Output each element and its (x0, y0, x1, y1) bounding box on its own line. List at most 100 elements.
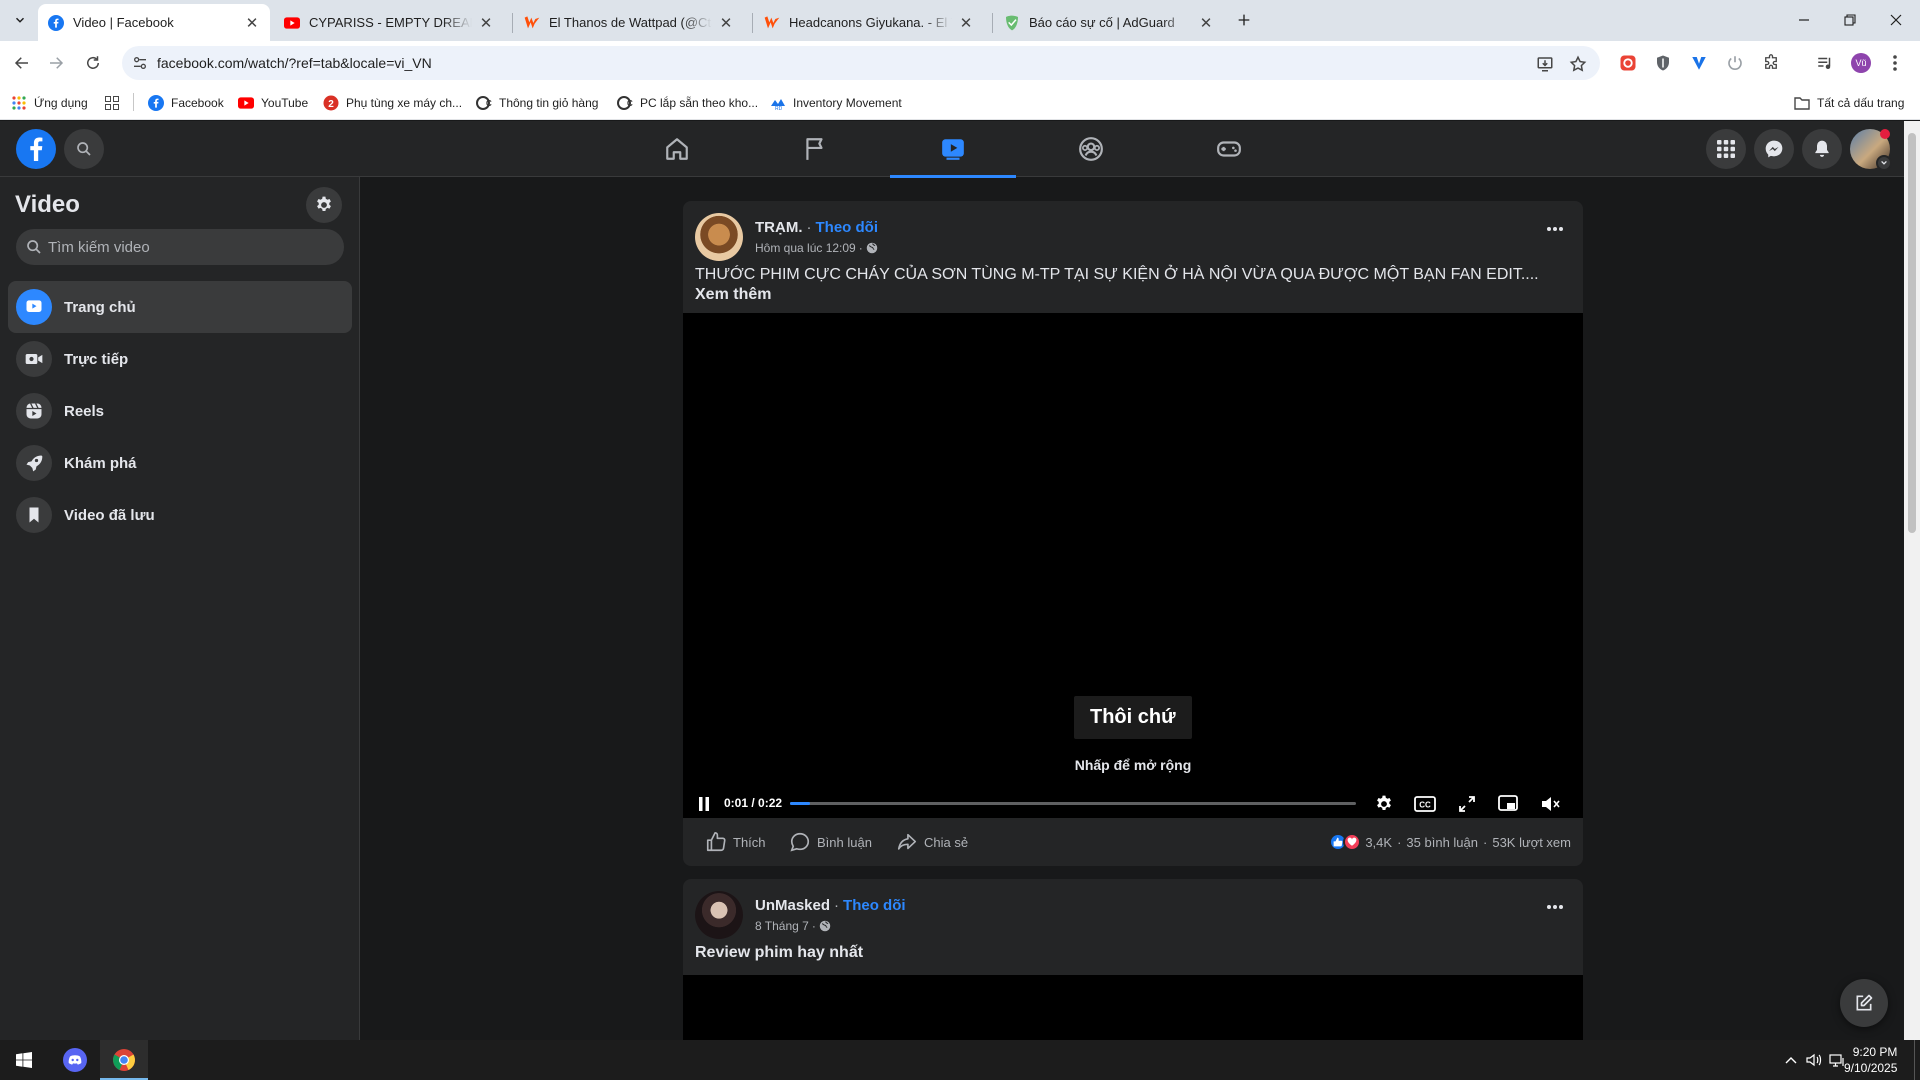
bookmark-cart-info[interactable]: C Thông tin giỏ hàng (476, 92, 598, 114)
video-progress-bar[interactable] (790, 802, 1356, 805)
extension-v-icon[interactable] (1688, 52, 1710, 74)
install-app-icon[interactable] (1536, 55, 1554, 73)
forward-button[interactable] (40, 47, 72, 79)
nav-groups[interactable] (1028, 121, 1154, 177)
close-tab-icon[interactable]: ✕ (478, 15, 494, 32)
fullscreen-button[interactable] (1454, 791, 1480, 817)
system-clock[interactable]: 9:20 PM 9/10/2025 (1844, 1044, 1897, 1076)
reload-button[interactable] (77, 47, 109, 79)
profile-avatar[interactable]: Vũ (1850, 52, 1872, 74)
like-button[interactable]: Thích (705, 830, 766, 854)
bookmark-pc-built[interactable]: C PC lắp sẵn theo kho... (617, 92, 758, 114)
author-name[interactable]: TRẠM. (755, 219, 803, 236)
mute-button[interactable] (1538, 791, 1564, 817)
bookmark-facebook[interactable]: Facebook (148, 92, 224, 114)
sidebar-item-explore[interactable]: Khám phá (8, 437, 352, 489)
chrome-menu-icon[interactable] (1884, 52, 1906, 74)
bookmark-star-icon[interactable] (1569, 55, 1587, 73)
sidebar-item-home[interactable]: Trang chủ (8, 281, 352, 333)
post-time[interactable]: 8 Tháng 7 (755, 919, 809, 933)
follow-button[interactable]: Theo dõi (816, 219, 879, 236)
comment-button[interactable]: Bình luận (789, 830, 872, 854)
bookmark-youtube[interactable]: YouTube (238, 92, 308, 114)
new-message-button[interactable] (1840, 979, 1888, 1027)
tab-search-button[interactable] (4, 4, 36, 36)
author-name[interactable]: UnMasked (755, 897, 830, 914)
video-settings-button[interactable] (306, 187, 342, 223)
show-desktop-button[interactable] (1914, 1040, 1915, 1080)
follow-button[interactable]: Theo dõi (843, 897, 906, 914)
adguard-shield-icon (1004, 15, 1020, 31)
bookmark-inventory[interactable]: RD Inventory Movement (770, 92, 902, 114)
author-avatar[interactable] (695, 213, 743, 261)
close-tab-icon[interactable]: ✕ (1198, 15, 1214, 32)
svg-text:C: C (627, 99, 633, 108)
sidebar-item-live[interactable]: Trực tiếp (8, 333, 352, 385)
post-time[interactable]: Hôm qua lúc 12:09 (755, 241, 856, 255)
volume-icon[interactable] (1806, 1052, 1822, 1068)
reaction-count[interactable]: 3,4K (1365, 835, 1392, 850)
nav-video[interactable] (890, 121, 1016, 178)
close-tab-icon[interactable]: ✕ (718, 15, 734, 32)
restore-window-button[interactable] (1827, 8, 1873, 32)
back-button[interactable] (6, 47, 38, 79)
start-button[interactable] (0, 1040, 48, 1080)
comment-count[interactable]: 35 bình luận (1406, 835, 1478, 850)
new-tab-button[interactable] (1228, 4, 1260, 36)
sidebar-item-saved[interactable]: Video đã lưu (8, 489, 352, 541)
extension-power-icon[interactable] (1724, 52, 1746, 74)
folder-icon (1794, 95, 1810, 111)
extension-red-icon[interactable] (1617, 52, 1639, 74)
network-icon[interactable] (1829, 1052, 1845, 1068)
captions-button[interactable]: CC (1412, 791, 1438, 817)
notifications-button[interactable] (1802, 129, 1842, 169)
extension-shield-icon[interactable] (1652, 52, 1674, 74)
minimize-window-button[interactable] (1781, 8, 1827, 32)
expand-hint[interactable]: Nhấp để mở rộng (683, 757, 1583, 773)
video-search-input[interactable] (48, 238, 328, 256)
bookmark-parts[interactable]: 2 Phụ tùng xe máy ch... (323, 92, 462, 114)
close-window-button[interactable] (1873, 8, 1919, 32)
post-options-button[interactable] (1537, 889, 1573, 925)
author-avatar[interactable] (695, 891, 743, 939)
tab-adguard[interactable]: Báo cáo sự cố | AdGuard ✕ (994, 4, 1224, 41)
show-hidden-icons[interactable] (1783, 1052, 1799, 1068)
sidebar-item-reels[interactable]: Reels (8, 385, 352, 437)
taskbar-chrome[interactable] (100, 1040, 148, 1080)
video-search-box[interactable] (16, 229, 344, 265)
post-options-button[interactable] (1537, 211, 1573, 247)
pause-button[interactable] (691, 791, 717, 817)
tab-wattpad-thanos[interactable]: El Thanos de Wattpad (@Ctaran ✕ (514, 4, 744, 41)
facebook-search-button[interactable] (64, 129, 104, 169)
bookmark-apps[interactable]: Ứng dụng (11, 92, 88, 114)
messenger-button[interactable] (1754, 129, 1794, 169)
nav-home[interactable] (614, 121, 740, 177)
bookmark-tab-groups[interactable] (104, 92, 127, 114)
extensions-puzzle-icon[interactable] (1760, 52, 1782, 74)
site-info-icon[interactable] (132, 55, 148, 71)
tab-headcanons[interactable]: Headcanons Giyukana. - El Than ✕ (754, 4, 984, 41)
share-button[interactable]: Chia sẻ (896, 830, 968, 854)
pip-button[interactable] (1495, 791, 1521, 817)
close-tab-icon[interactable]: ✕ (958, 15, 974, 32)
close-tab-icon[interactable]: ✕ (244, 15, 260, 32)
all-bookmarks-button[interactable]: Tất cả dấu trang (1794, 92, 1904, 114)
nav-gaming[interactable] (1166, 121, 1292, 177)
media-control-icon[interactable] (1814, 52, 1836, 74)
video-player[interactable] (683, 975, 1583, 1040)
see-more-link[interactable]: Xem thêm (695, 286, 771, 303)
taskbar-discord[interactable] (51, 1040, 99, 1080)
love-reaction-icon[interactable] (1343, 833, 1362, 851)
wattpad-icon (764, 15, 780, 31)
video-settings-button[interactable] (1371, 791, 1397, 817)
scrollbar-thumb[interactable] (1908, 133, 1916, 533)
tab-cypariss[interactable]: CYPARISS - EMPTY DREAMS (ft. ✕ (274, 4, 504, 41)
video-player[interactable]: Thôi chứ Nhấp để mở rộng 0:01 / 0:22 CC (683, 313, 1583, 818)
address-bar[interactable]: facebook.com/watch/?ref=tab&locale=vi_VN (122, 46, 1600, 80)
tab-video-facebook[interactable]: Video | Facebook ✕ (38, 4, 270, 41)
nav-pages[interactable] (752, 121, 878, 177)
menu-button[interactable] (1706, 129, 1746, 169)
page-scrollbar[interactable] (1904, 121, 1920, 1040)
facebook-logo-icon[interactable] (16, 129, 56, 169)
account-avatar[interactable] (1850, 129, 1892, 171)
